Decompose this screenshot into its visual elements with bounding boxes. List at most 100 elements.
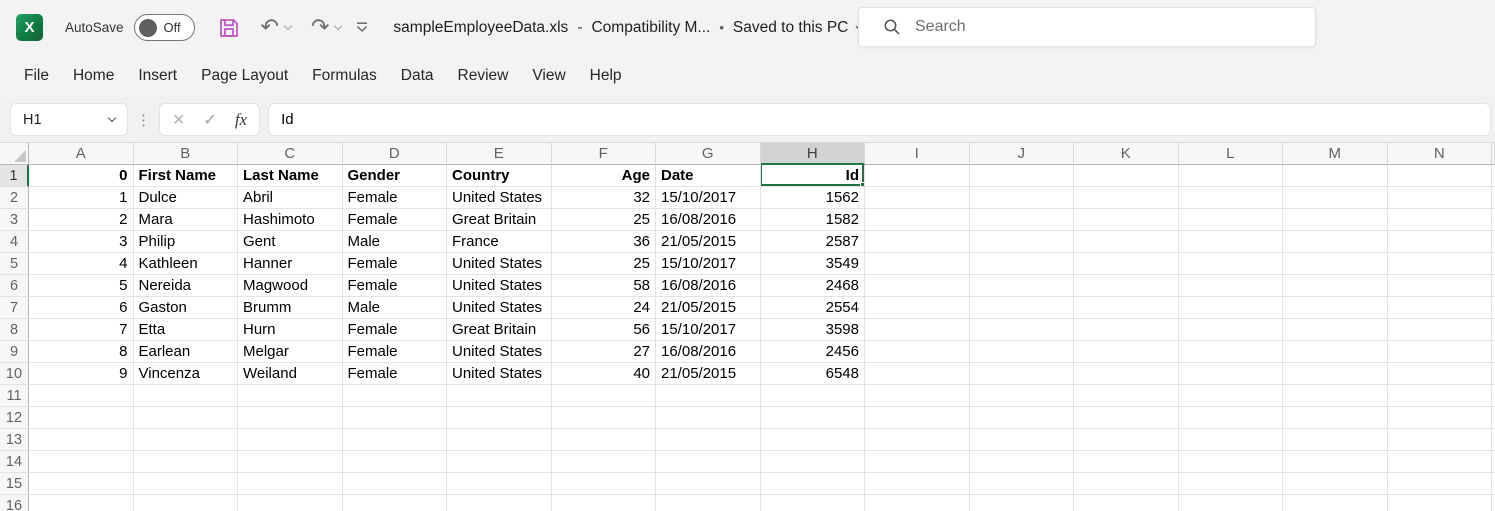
- cell-A12[interactable]: [29, 407, 134, 429]
- cell-N7[interactable]: [1388, 297, 1493, 319]
- cell-A10[interactable]: 9: [29, 363, 134, 385]
- cell-I9[interactable]: [865, 341, 970, 363]
- cell-I7[interactable]: [865, 297, 970, 319]
- cell-L11[interactable]: [1179, 385, 1284, 407]
- cell-E16[interactable]: [447, 495, 552, 511]
- cell-D16[interactable]: [343, 495, 448, 511]
- cell-G1[interactable]: Date: [656, 165, 761, 187]
- cell-G12[interactable]: [656, 407, 761, 429]
- cell-N14[interactable]: [1388, 451, 1493, 473]
- cell-C5[interactable]: Hanner: [238, 253, 343, 275]
- cell-J5[interactable]: [970, 253, 1075, 275]
- cell-A6[interactable]: 5: [29, 275, 134, 297]
- cell-A15[interactable]: [29, 473, 134, 495]
- cell-I15[interactable]: [865, 473, 970, 495]
- cell-D10[interactable]: Female: [343, 363, 448, 385]
- row-header-3[interactable]: 3: [0, 209, 29, 231]
- cell-E3[interactable]: Great Britain: [447, 209, 552, 231]
- cell-K16[interactable]: [1074, 495, 1179, 511]
- cell-A7[interactable]: 6: [29, 297, 134, 319]
- cell-A11[interactable]: [29, 385, 134, 407]
- cell-A5[interactable]: 4: [29, 253, 134, 275]
- cell-N16[interactable]: [1388, 495, 1493, 511]
- cell-I1[interactable]: [865, 165, 970, 187]
- cell-K11[interactable]: [1074, 385, 1179, 407]
- cell-C6[interactable]: Magwood: [238, 275, 343, 297]
- cell-H10[interactable]: 6548: [761, 363, 866, 385]
- cell-G4[interactable]: 21/05/2015: [656, 231, 761, 253]
- cell-D7[interactable]: Male: [343, 297, 448, 319]
- cell-A2[interactable]: 1: [29, 187, 134, 209]
- cell-K1[interactable]: [1074, 165, 1179, 187]
- cell-K14[interactable]: [1074, 451, 1179, 473]
- row-header-12[interactable]: 12: [0, 407, 29, 429]
- cell-H12[interactable]: [761, 407, 866, 429]
- cell-L8[interactable]: [1179, 319, 1284, 341]
- cell-F16[interactable]: [552, 495, 657, 511]
- cell-M5[interactable]: [1283, 253, 1388, 275]
- cell-K15[interactable]: [1074, 473, 1179, 495]
- cell-F15[interactable]: [552, 473, 657, 495]
- cell-G15[interactable]: [656, 473, 761, 495]
- cell-E6[interactable]: United States: [447, 275, 552, 297]
- cell-I11[interactable]: [865, 385, 970, 407]
- column-header-E[interactable]: E: [447, 143, 552, 165]
- column-header-A[interactable]: A: [29, 143, 134, 165]
- cell-J4[interactable]: [970, 231, 1075, 253]
- cell-N15[interactable]: [1388, 473, 1493, 495]
- search-input[interactable]: [915, 18, 1315, 36]
- cell-F9[interactable]: 27: [552, 341, 657, 363]
- cell-J10[interactable]: [970, 363, 1075, 385]
- cell-F7[interactable]: 24: [552, 297, 657, 319]
- cell-N4[interactable]: [1388, 231, 1493, 253]
- cell-N2[interactable]: [1388, 187, 1493, 209]
- cell-G10[interactable]: 21/05/2015: [656, 363, 761, 385]
- cell-L14[interactable]: [1179, 451, 1284, 473]
- cell-H1[interactable]: Id: [761, 165, 866, 187]
- cell-N5[interactable]: [1388, 253, 1493, 275]
- cell-M8[interactable]: [1283, 319, 1388, 341]
- cell-D15[interactable]: [343, 473, 448, 495]
- cell-J8[interactable]: [970, 319, 1075, 341]
- cell-L16[interactable]: [1179, 495, 1284, 511]
- cell-K5[interactable]: [1074, 253, 1179, 275]
- cell-G13[interactable]: [656, 429, 761, 451]
- cell-N3[interactable]: [1388, 209, 1493, 231]
- cell-H14[interactable]: [761, 451, 866, 473]
- column-header-B[interactable]: B: [134, 143, 239, 165]
- row-header-7[interactable]: 7: [0, 297, 29, 319]
- cell-C14[interactable]: [238, 451, 343, 473]
- cell-H2[interactable]: 1562: [761, 187, 866, 209]
- row-header-15[interactable]: 15: [0, 473, 29, 495]
- cell-M3[interactable]: [1283, 209, 1388, 231]
- cell-M4[interactable]: [1283, 231, 1388, 253]
- cell-L7[interactable]: [1179, 297, 1284, 319]
- column-header-D[interactable]: D: [343, 143, 448, 165]
- cell-H11[interactable]: [761, 385, 866, 407]
- redo-chevron-down-icon[interactable]: [334, 21, 342, 29]
- tab-home[interactable]: Home: [61, 67, 126, 85]
- tab-help[interactable]: Help: [578, 67, 634, 85]
- cell-J2[interactable]: [970, 187, 1075, 209]
- cell-J14[interactable]: [970, 451, 1075, 473]
- row-header-9[interactable]: 9: [0, 341, 29, 363]
- cell-I14[interactable]: [865, 451, 970, 473]
- cell-A1[interactable]: 0: [29, 165, 134, 187]
- cell-K7[interactable]: [1074, 297, 1179, 319]
- cell-L5[interactable]: [1179, 253, 1284, 275]
- cell-G14[interactable]: [656, 451, 761, 473]
- cell-L1[interactable]: [1179, 165, 1284, 187]
- cell-K6[interactable]: [1074, 275, 1179, 297]
- cell-L9[interactable]: [1179, 341, 1284, 363]
- cell-F14[interactable]: [552, 451, 657, 473]
- cell-H6[interactable]: 2468: [761, 275, 866, 297]
- cell-C11[interactable]: [238, 385, 343, 407]
- cell-I12[interactable]: [865, 407, 970, 429]
- cell-I3[interactable]: [865, 209, 970, 231]
- cell-B5[interactable]: Kathleen: [134, 253, 239, 275]
- cell-M11[interactable]: [1283, 385, 1388, 407]
- cell-C3[interactable]: Hashimoto: [238, 209, 343, 231]
- column-header-G[interactable]: G: [656, 143, 761, 165]
- cell-K12[interactable]: [1074, 407, 1179, 429]
- column-header-N[interactable]: N: [1388, 143, 1493, 165]
